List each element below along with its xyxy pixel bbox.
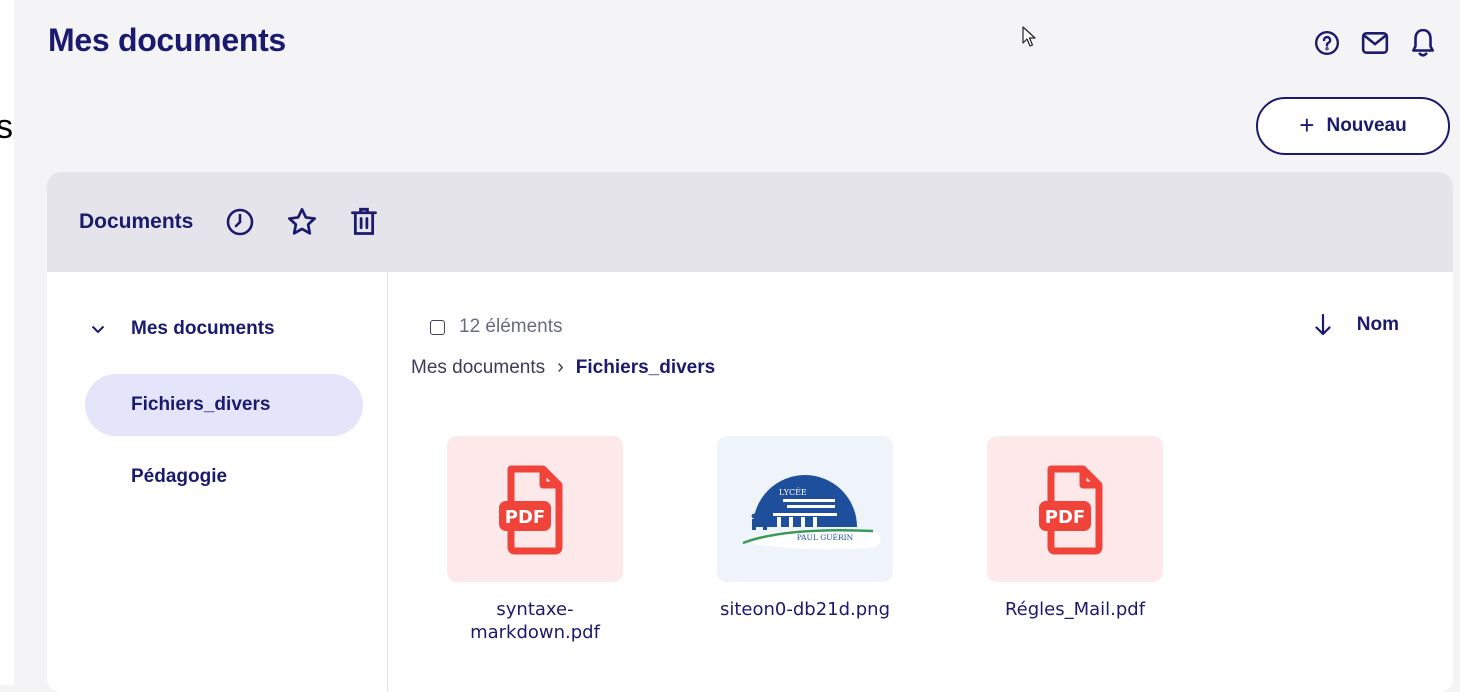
pdf-file-icon: PDF — [499, 465, 563, 555]
left-window-edge: s — [0, 0, 14, 685]
breadcrumb-current: Fichiers_divers — [575, 356, 716, 378]
sort-control[interactable]: Nom — [1315, 314, 1399, 336]
svg-text:PDF: PDF — [505, 507, 545, 528]
page-title: Mes documents — [48, 22, 286, 58]
sort-label: Nom — [1356, 314, 1399, 335]
plus-icon: + — [1299, 110, 1315, 140]
school-logo-image: LYCÉE PAUL GUÉRIN — [742, 475, 881, 550]
recent-icon[interactable] — [223, 205, 257, 239]
file-tile[interactable]: LYCÉE PAUL GUÉRIN siteon0-db21d.png — [717, 436, 893, 621]
help-icon[interactable] — [1312, 28, 1342, 58]
header-actions — [1312, 28, 1438, 58]
documents-toolbar: Documents — [47, 172, 1453, 272]
new-button[interactable]: + Nouveau — [1256, 97, 1450, 155]
clipped-text-fragment: s — [0, 108, 13, 146]
tree-item-label: Fichiers_divers — [131, 394, 271, 415]
file-tile[interactable]: PDF syntaxe-markdown.pdf — [447, 436, 623, 644]
file-name: Régles_Mail.pdf — [1004, 599, 1146, 620]
bell-icon[interactable] — [1408, 28, 1438, 58]
pdf-file-icon: PDF — [1039, 465, 1103, 555]
select-all-checkbox[interactable] — [430, 319, 445, 335]
svg-text:LYCÉE: LYCÉE — [779, 488, 807, 497]
tree-root-label: Mes documents — [131, 318, 275, 339]
mouse-cursor-icon — [1022, 26, 1036, 53]
arrow-down-icon — [1315, 314, 1331, 336]
new-button-label: Nouveau — [1326, 115, 1407, 136]
tree-item-pedagogie[interactable]: Pédagogie — [85, 446, 363, 508]
trash-icon[interactable] — [347, 205, 381, 239]
mail-icon[interactable] — [1360, 28, 1390, 58]
breadcrumb: Mes documents › Fichiers_divers — [411, 356, 715, 379]
item-count: 12 éléments — [459, 316, 563, 337]
chevron-right-icon: › — [557, 356, 564, 378]
chevron-down-icon — [91, 325, 105, 333]
svg-text:PAUL GUÉRIN: PAUL GUÉRIN — [797, 533, 854, 542]
tree-item-label: Pédagogie — [131, 466, 228, 487]
file-thumbnail: PDF — [987, 436, 1163, 582]
select-all: 12 éléments — [430, 316, 563, 338]
breadcrumb-item[interactable]: Mes documents — [411, 357, 545, 379]
documents-tab[interactable]: Documents — [79, 210, 193, 234]
tree-item-fichiers-divers[interactable]: Fichiers_divers — [85, 374, 363, 436]
file-tile[interactable]: PDF Régles_Mail.pdf — [987, 436, 1163, 621]
favorites-star-icon[interactable] — [285, 205, 319, 239]
file-name: syntaxe-markdown.pdf — [470, 599, 600, 643]
svg-text:PDF: PDF — [1045, 507, 1085, 528]
file-name: siteon0-db21d.png — [719, 599, 891, 620]
file-thumbnail: PDF — [447, 436, 623, 582]
file-thumbnail: LYCÉE PAUL GUÉRIN — [717, 436, 893, 582]
file-listing: 12 éléments Nom Mes documents › Fichiers… — [388, 272, 1453, 692]
tree-root-mes-documents[interactable]: Mes documents — [91, 318, 275, 340]
documents-panel: Documents Mes documents Fichiers_divers … — [47, 172, 1453, 692]
folder-tree: Mes documents Fichiers_divers Pédagogie — [47, 272, 388, 692]
